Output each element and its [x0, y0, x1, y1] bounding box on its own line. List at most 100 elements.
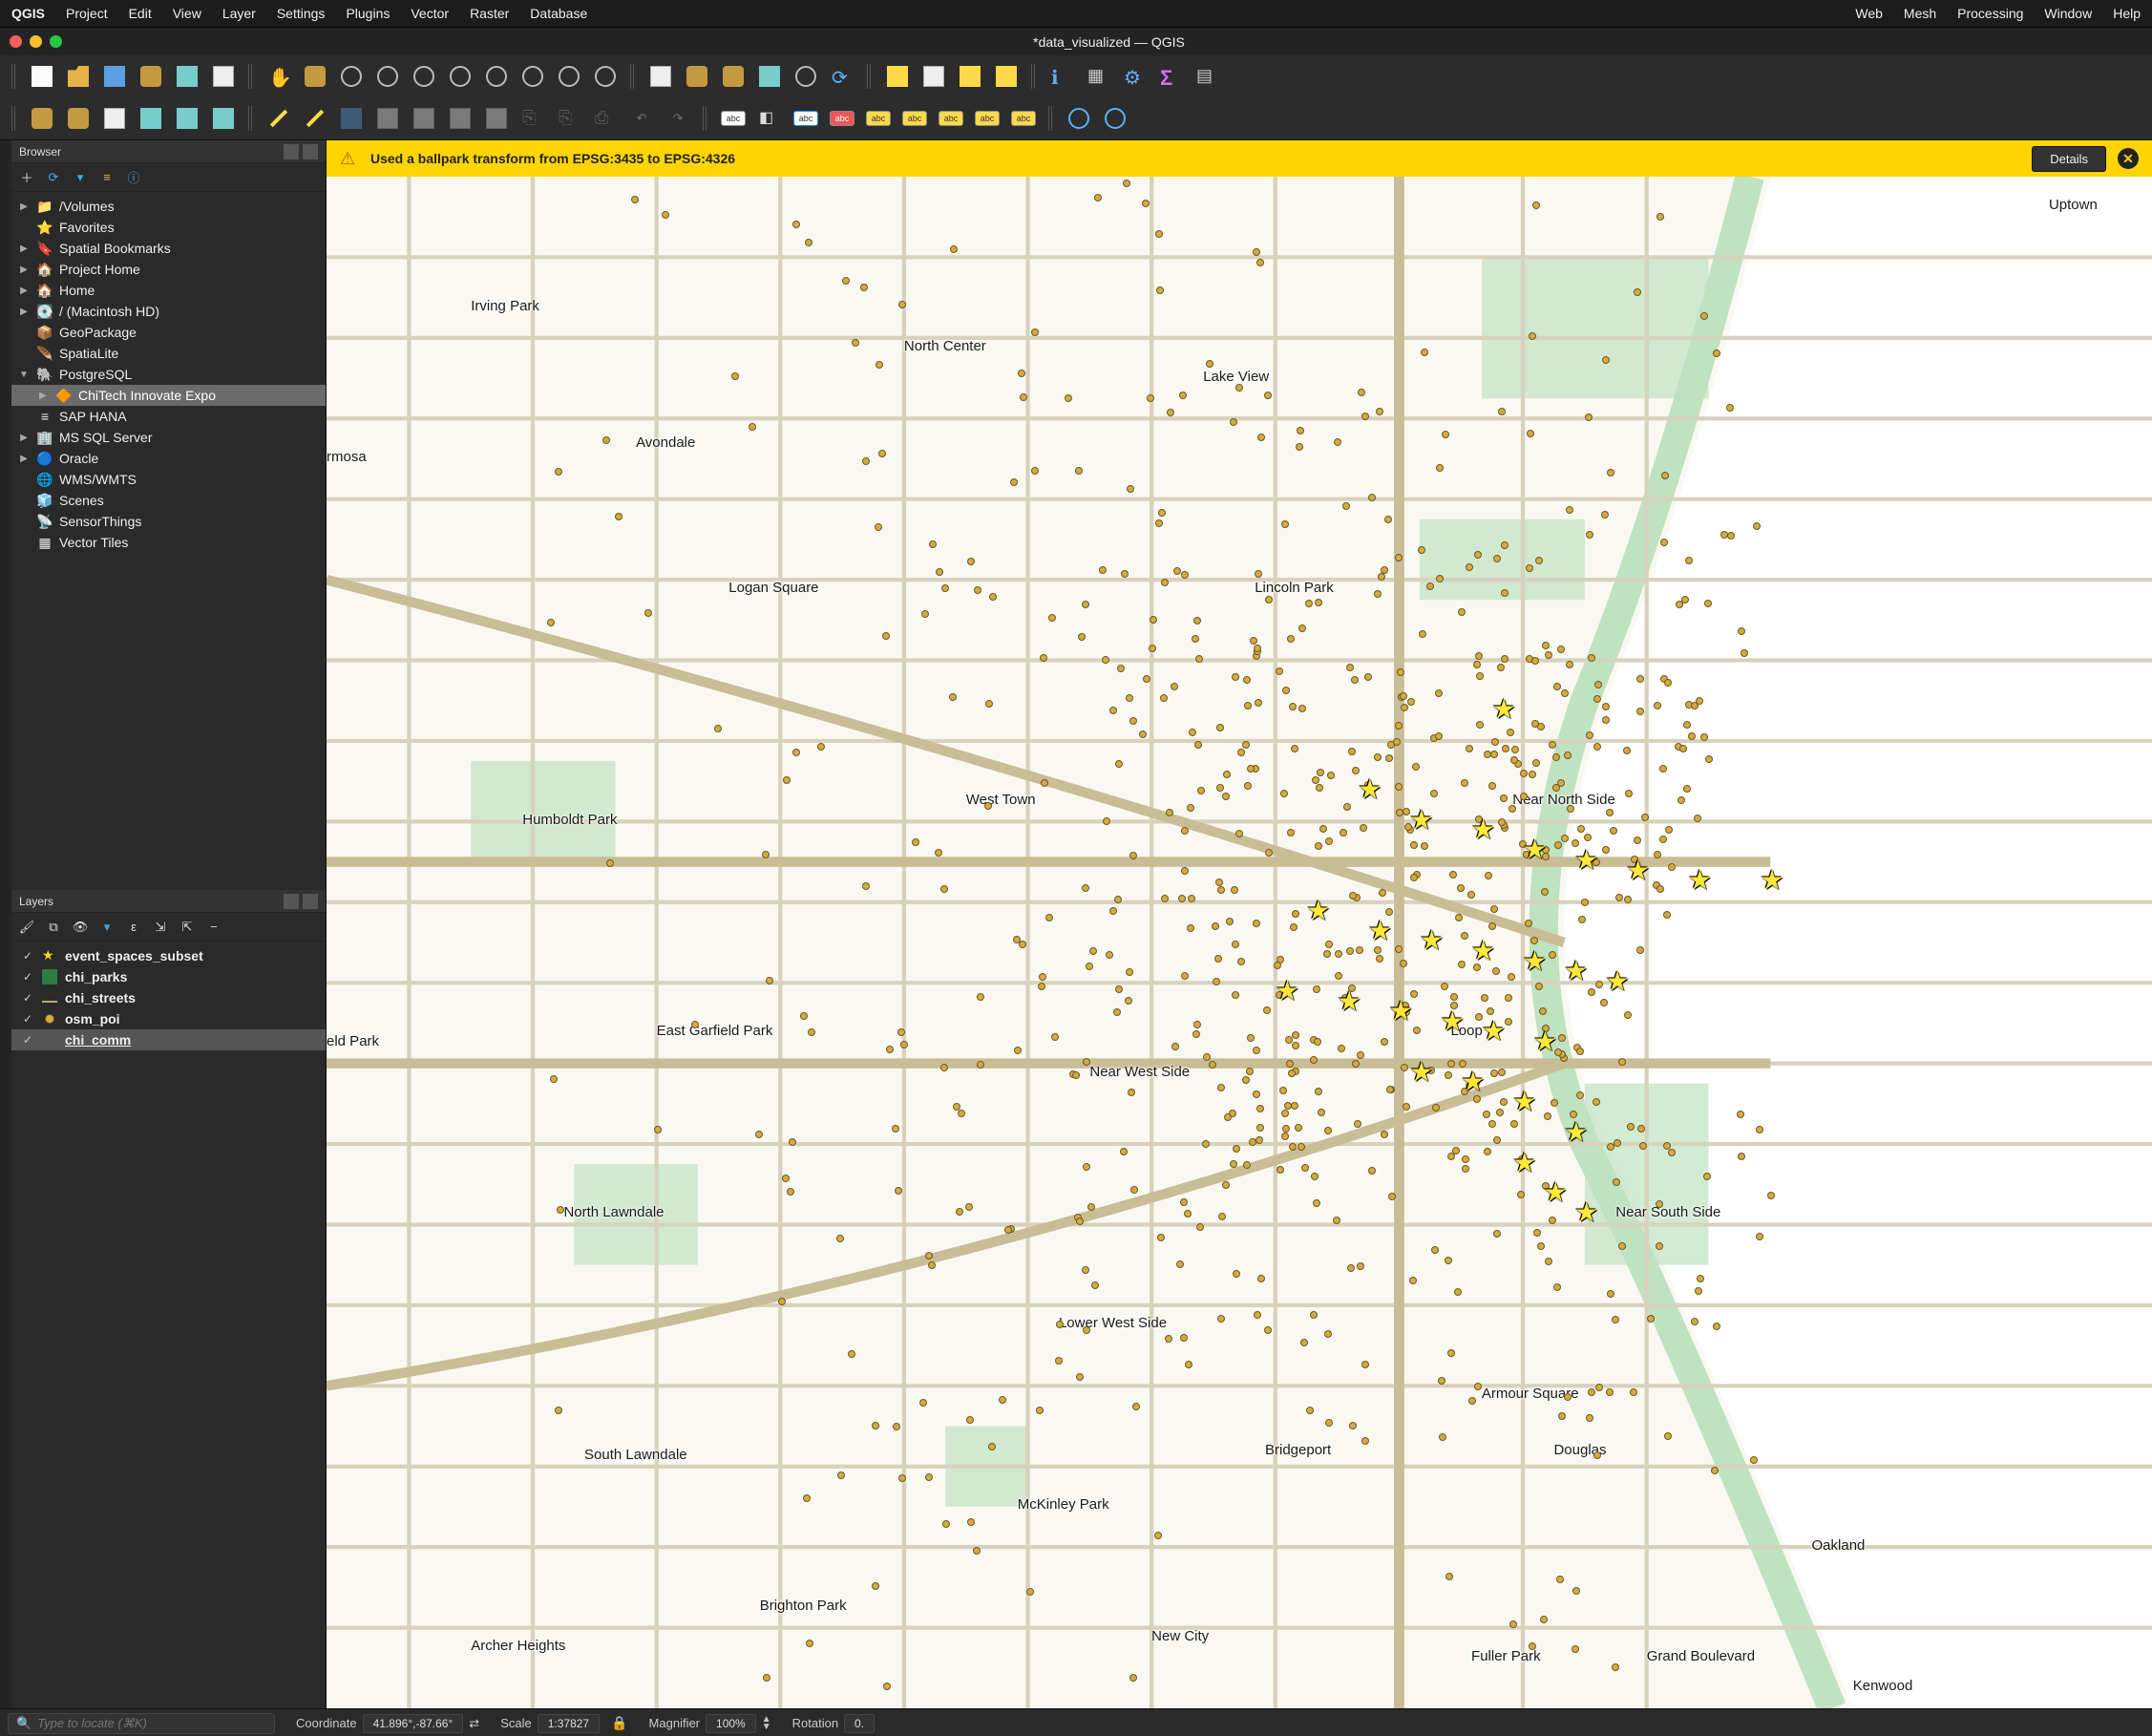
menu-processing[interactable]: Processing [1957, 6, 2023, 21]
minimize-window-button[interactable] [30, 35, 42, 48]
menu-layer[interactable]: Layer [222, 6, 256, 21]
toolbar-handle[interactable] [11, 106, 17, 131]
layers-visibility-icon[interactable]: 👁 [71, 918, 90, 937]
layers-expression-icon[interactable]: ε [124, 918, 143, 937]
map-canvas[interactable]: UptownIrving ParkNorth CenterLake Viewrm… [327, 177, 2152, 1708]
spatial-bookmark-button[interactable] [791, 61, 821, 92]
toolbar-handle[interactable] [1031, 64, 1037, 89]
expand-arrow-icon[interactable]: ▶ [17, 265, 31, 275]
layer-visibility-checkbox[interactable]: ✓ [21, 1033, 34, 1047]
rotate-label-button[interactable]: abc [936, 103, 966, 134]
browser-item[interactable]: ▶🔶ChiTech Innovate Expo [11, 385, 326, 406]
select-all-button[interactable] [991, 61, 1022, 92]
browser-item[interactable]: 📡SensorThings [11, 511, 326, 532]
modify-attrs-button[interactable] [445, 103, 475, 134]
expand-arrow-icon[interactable]: ▶ [17, 307, 31, 317]
new-3d-view-button[interactable] [682, 61, 712, 92]
menu-web[interactable]: Web [1855, 6, 1883, 21]
new-print-layout-button[interactable] [136, 61, 166, 92]
cut-features-button[interactable]: ⎘ [517, 103, 548, 134]
toolbox-button[interactable]: Σ [1155, 61, 1186, 92]
browser-undock-button[interactable] [284, 144, 299, 159]
browser-panel-header[interactable]: Browser [11, 140, 326, 163]
scale-lock-icon[interactable]: 🔒 [611, 1715, 627, 1731]
pan-to-selection-button[interactable] [300, 61, 330, 92]
menu-mesh[interactable]: Mesh [1904, 6, 1936, 21]
style-manager-button[interactable] [172, 61, 202, 92]
show-labels-button[interactable]: abc [863, 103, 894, 134]
layers-expand-icon[interactable]: ⇲ [151, 918, 170, 937]
browser-item[interactable]: ≡SAP HANA [11, 406, 326, 427]
browser-item[interactable]: ▶🔖Spatial Bookmarks [11, 238, 326, 259]
browser-item[interactable]: ⭐Favorites [11, 217, 326, 238]
select-features-button[interactable] [882, 61, 913, 92]
save-edits-button[interactable] [336, 103, 367, 134]
add-layer-icon[interactable]: ＋ [17, 168, 36, 187]
new-vector-layer-button[interactable] [27, 103, 57, 134]
delete-selected-button[interactable] [481, 103, 512, 134]
layer-visibility-checkbox[interactable]: ✓ [21, 991, 34, 1005]
label-props-button[interactable]: abc [1008, 103, 1039, 134]
zoom-in-button[interactable] [336, 61, 367, 92]
new-scratch-layer-button[interactable] [99, 103, 130, 134]
toolbar-handle[interactable] [1048, 106, 1054, 131]
layers-styling-icon[interactable]: 🖌 [17, 918, 36, 937]
current-edits-button[interactable] [300, 103, 330, 134]
expand-arrow-icon[interactable]: ▶ [36, 391, 50, 401]
browser-item[interactable]: 🌐WMS/WMTS [11, 469, 326, 490]
locator-input[interactable] [37, 1716, 266, 1730]
browser-tree[interactable]: ▶📁/Volumes⭐Favorites▶🔖Spatial Bookmarks▶… [11, 192, 326, 890]
notice-details-button[interactable]: Details [2032, 146, 2106, 172]
expand-arrow-icon[interactable]: ▶ [17, 454, 31, 464]
menu-settings[interactable]: Settings [277, 6, 326, 21]
browser-item[interactable]: 🧊Scenes [11, 490, 326, 511]
menu-plugins[interactable]: Plugins [346, 6, 390, 21]
toolbar-handle[interactable] [248, 106, 254, 131]
toolbar-handle[interactable] [703, 106, 708, 131]
layer-item[interactable]: ✓chi_streets [11, 987, 326, 1008]
coordinate-toggle-icon[interactable]: ⇄ [469, 1716, 479, 1731]
browser-item[interactable]: 📦GeoPackage [11, 322, 326, 343]
layout-manager-button[interactable] [208, 61, 239, 92]
zoom-last-button[interactable] [554, 61, 584, 92]
temporal-controller-button[interactable] [754, 61, 785, 92]
copy-features-button[interactable]: ⎘ [554, 103, 584, 134]
add-feature-button[interactable] [372, 103, 403, 134]
expand-arrow-icon[interactable]: ▶ [17, 201, 31, 212]
diagram-button[interactable]: ◧ [754, 103, 785, 134]
identify-button[interactable]: ℹ [1046, 61, 1077, 92]
new-map-view-button[interactable] [645, 61, 676, 92]
move-label-button[interactable]: abc [899, 103, 930, 134]
toolbar-handle[interactable] [630, 64, 636, 89]
open-project-button[interactable] [63, 61, 94, 92]
vertex-tool-button[interactable] [409, 103, 439, 134]
zoom-out-button[interactable] [372, 61, 403, 92]
layers-close-button[interactable] [303, 894, 318, 909]
browser-item[interactable]: ▶🏠Project Home [11, 259, 326, 280]
expand-arrow-icon[interactable]: ▶ [17, 243, 31, 254]
zoom-selection-button[interactable] [481, 61, 512, 92]
layers-collapse-icon[interactable]: ⇱ [178, 918, 197, 937]
browser-item[interactable]: ▶💽/ (Macintosh HD) [11, 301, 326, 322]
undo-button[interactable]: ↶ [626, 103, 657, 134]
new-mesh-layer-button[interactable] [172, 103, 202, 134]
menu-raster[interactable]: Raster [470, 6, 509, 21]
field-calculator-button[interactable]: ⚙ [1119, 61, 1150, 92]
menu-window[interactable]: Window [2044, 6, 2092, 21]
toolbar-handle[interactable] [248, 64, 254, 89]
menu-database[interactable]: Database [530, 6, 587, 21]
new-gps-layer-button[interactable] [208, 103, 239, 134]
scale-value[interactable]: 1:37827 [538, 1714, 600, 1733]
save-project-button[interactable] [99, 61, 130, 92]
layers-remove-icon[interactable]: − [204, 918, 223, 937]
refresh-button[interactable]: ⟳ [827, 61, 857, 92]
menu-edit[interactable]: Edit [129, 6, 152, 21]
browser-item[interactable]: ▦Vector Tiles [11, 532, 326, 553]
menu-view[interactable]: View [173, 6, 201, 21]
layers-panel-header[interactable]: Layers [11, 890, 326, 913]
zoom-next-button[interactable] [590, 61, 621, 92]
browser-item[interactable]: ▶🔵Oracle [11, 448, 326, 469]
toggle-editing-button[interactable] [264, 103, 294, 134]
new-virtual-layer-button[interactable] [136, 103, 166, 134]
toolbar-handle[interactable] [11, 64, 17, 89]
